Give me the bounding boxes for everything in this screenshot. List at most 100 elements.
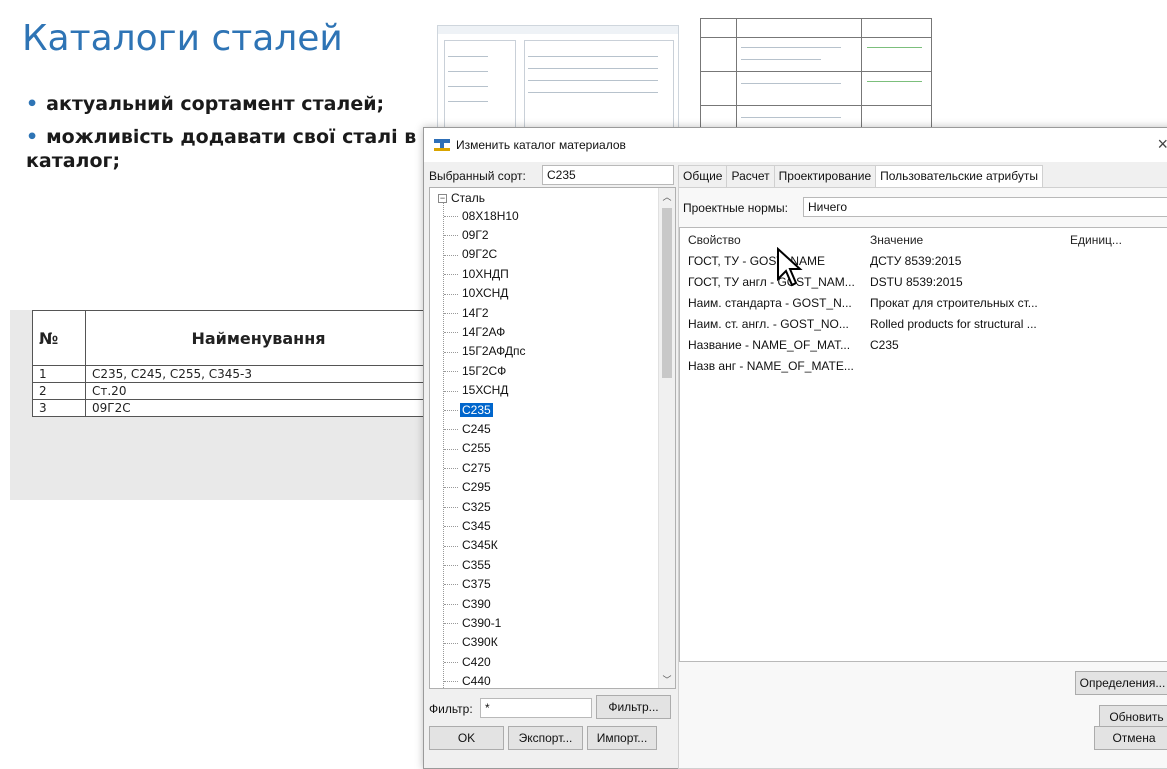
tree-root-label: Сталь xyxy=(451,191,485,205)
user-attributes-panel: Проектные нормы: Ничего ˅ Свойство Значе… xyxy=(678,187,1167,769)
steel-table: № Найменування 1 С235, С245, С255, С345-3… xyxy=(32,310,432,417)
property-row[interactable]: Наим. ст. англ. - GOST_NO... Rolled prod… xyxy=(680,315,1167,335)
close-icon[interactable]: × xyxy=(1157,134,1167,155)
tree-item-label: 09Г2 xyxy=(462,228,489,243)
tree-item[interactable]: С390К xyxy=(430,633,527,652)
tree-item-label: С420 xyxy=(462,654,491,669)
table-cell: Ст.20 xyxy=(85,382,432,400)
tree-item[interactable]: С440 xyxy=(430,671,527,689)
tree-item-label: 10ХНДП xyxy=(462,266,509,281)
property-row[interactable]: Назв анг - NAME_OF_MATE... xyxy=(680,357,1167,377)
column-header-units[interactable]: Единиц... xyxy=(1070,233,1122,247)
scrollbar-thumb[interactable] xyxy=(662,208,672,378)
tree-item-label: 08Х18Н10 xyxy=(462,208,519,223)
tree-item[interactable]: 09Г2С xyxy=(430,245,527,264)
tree-item-label: С325 xyxy=(462,499,491,514)
property-value: ДСТУ 8539:2015 xyxy=(870,254,962,268)
tree-scrollbar[interactable]: ︿ ﹀ xyxy=(658,188,675,688)
tree-item[interactable]: 10ХСНД xyxy=(430,284,527,303)
tree-item-label: С345 xyxy=(462,518,491,533)
property-row[interactable]: Наим. стандарта - GOST_N... Прокат для с… xyxy=(680,294,1167,314)
column-header-value[interactable]: Значение xyxy=(870,233,923,247)
design-norms-select[interactable]: Ничего ˅ xyxy=(803,197,1167,217)
tree-item[interactable]: С390-1 xyxy=(430,613,527,632)
tree-item[interactable]: 14Г2АФ xyxy=(430,322,527,341)
selected-grade-label: Выбранный сорт: xyxy=(429,169,526,183)
tree-item[interactable]: С345К xyxy=(430,536,527,555)
filter-input[interactable]: * xyxy=(480,698,592,718)
table-row: 3 09Г2С xyxy=(32,399,432,417)
tab-calculation[interactable]: Расчет xyxy=(726,165,775,187)
mouse-pointer-icon xyxy=(777,247,803,287)
tree-item[interactable]: С390 xyxy=(430,594,527,613)
tree-root-steel[interactable]: − Сталь xyxy=(438,191,485,205)
scroll-up-icon[interactable]: ︿ xyxy=(659,190,675,203)
tree-item[interactable]: С275 xyxy=(430,458,527,477)
tab-bar: Общие Расчет Проектирование Пользователь… xyxy=(678,165,1043,187)
tab-general[interactable]: Общие xyxy=(678,165,728,187)
material-catalog-dialog: Изменить каталог материалов × Выбранный … xyxy=(423,127,1167,769)
property-row[interactable]: ГОСТ, ТУ англ - GOST_NAM... DSTU 8539:20… xyxy=(680,273,1167,293)
tree-item[interactable]: 14Г2 xyxy=(430,303,527,322)
tree-item-label: 15ХСНД xyxy=(462,383,509,398)
property-value: DSTU 8539:2015 xyxy=(870,275,963,289)
property-name: Наим. ст. англ. - GOST_NO... xyxy=(688,317,849,331)
design-norms-label: Проектные нормы: xyxy=(683,201,788,215)
table-cell: 09Г2С xyxy=(85,399,432,417)
tree-item-selected[interactable]: С235 xyxy=(430,400,527,419)
tree-item-label: С390К xyxy=(462,635,498,650)
tree-item[interactable]: С355 xyxy=(430,555,527,574)
property-value: Прокат для строительных ст... xyxy=(870,296,1038,310)
table-cell: С235, С245, С255, С345-3 xyxy=(85,365,432,383)
bullet-item: • актуальний сортамент сталей; xyxy=(26,92,426,116)
bullet-text: можливість додавати свої сталі в каталог… xyxy=(26,126,417,172)
document-thumbnail xyxy=(700,18,932,135)
tree-item[interactable]: С245 xyxy=(430,419,527,438)
tree-item[interactable]: С345 xyxy=(430,516,527,535)
tree-item[interactable]: 15ХСНД xyxy=(430,381,527,400)
filter-label: Фильтр: xyxy=(429,702,473,716)
tab-design[interactable]: Проектирование xyxy=(773,165,877,187)
tree-item[interactable]: 15Г2СФ xyxy=(430,361,527,380)
export-button[interactable]: Экспорт... xyxy=(508,726,583,750)
property-value: С235 xyxy=(870,338,899,352)
tree-item-label: С255 xyxy=(462,441,491,456)
property-name: Название - NAME_OF_MAT... xyxy=(688,338,851,352)
tree-item[interactable]: С420 xyxy=(430,652,527,671)
tree-item-label: С295 xyxy=(462,480,491,495)
tree-item[interactable]: 09Г2 xyxy=(430,225,527,244)
definitions-button[interactable]: Определения... xyxy=(1075,671,1167,695)
tree-item[interactable]: 15Г2АФДпс xyxy=(430,342,527,361)
tree-item-label: С440 xyxy=(462,674,491,689)
import-button[interactable]: Импорт... xyxy=(587,726,657,750)
ok-button[interactable]: OK xyxy=(429,726,504,750)
scroll-down-icon[interactable]: ﹀ xyxy=(659,673,675,686)
tree-item[interactable]: С295 xyxy=(430,477,527,496)
table-header-name: Найменування xyxy=(85,310,432,366)
selected-grade-field[interactable]: С235 xyxy=(542,165,674,185)
properties-list[interactable]: Свойство Значение Единиц... ГОСТ, ТУ - G… xyxy=(679,227,1167,662)
tab-user-attributes[interactable]: Пользовательские атрибуты xyxy=(875,165,1043,187)
material-tree[interactable]: − Сталь 08Х18Н10 09Г2 09Г2С 10ХНДП 10ХСН… xyxy=(429,187,676,689)
bullet-dot-icon: • xyxy=(26,93,39,115)
column-header-property[interactable]: Свойство xyxy=(688,233,741,247)
tree-item-label: С390-1 xyxy=(462,615,502,630)
collapse-icon[interactable]: − xyxy=(438,193,447,203)
tree-item[interactable]: С255 xyxy=(430,439,527,458)
filter-button[interactable]: Фильтр... xyxy=(596,695,671,719)
tree-item[interactable]: 10ХНДП xyxy=(430,264,527,283)
tree-item[interactable]: 08Х18Н10 xyxy=(430,206,527,225)
tree-item-label: 15Г2СФ xyxy=(462,363,507,378)
tree-item-label: 14Г2АФ xyxy=(462,325,506,340)
property-row[interactable]: Название - NAME_OF_MAT... С235 xyxy=(680,336,1167,356)
bullet-text: актуальний сортамент сталей; xyxy=(46,93,385,115)
cancel-button[interactable]: Отмена xyxy=(1094,726,1167,750)
tree-item-label: С235 xyxy=(460,402,493,417)
tree-item[interactable]: С325 xyxy=(430,497,527,516)
table-header-row: № Найменування xyxy=(32,310,432,366)
tree-item[interactable]: С375 xyxy=(430,574,527,593)
table-cell: 1 xyxy=(32,365,86,383)
tree-item-label: С375 xyxy=(462,577,491,592)
property-row[interactable]: ГОСТ, ТУ - GOST_NAME ДСТУ 8539:2015 xyxy=(680,252,1167,272)
slide-title: Каталоги сталей xyxy=(22,18,343,59)
